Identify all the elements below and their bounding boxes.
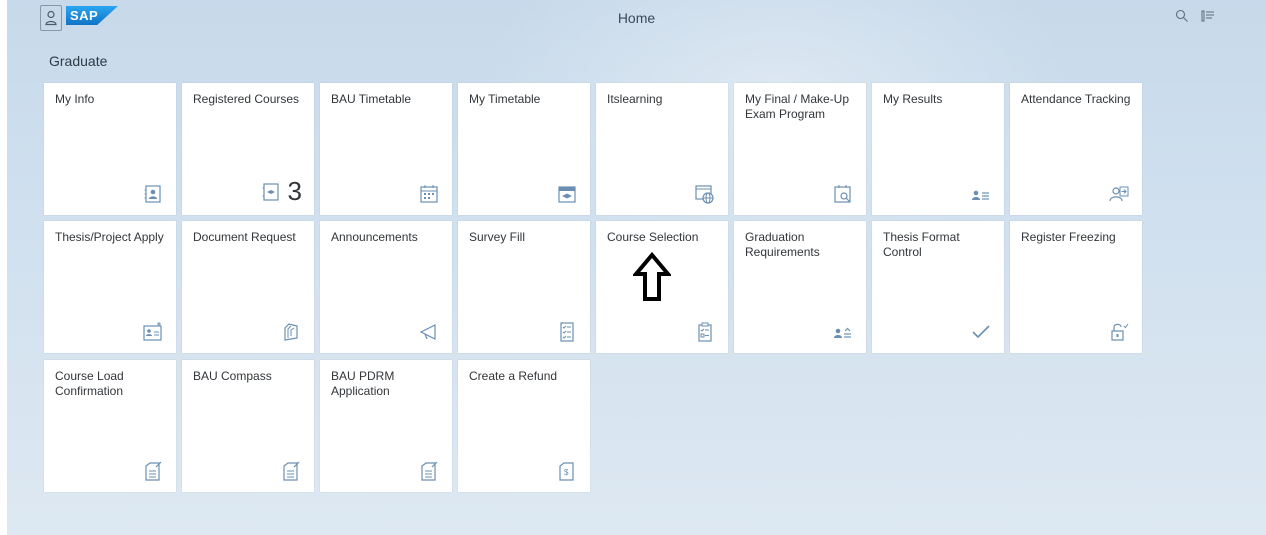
tile-title: My Final / Make-Up Exam Program: [745, 92, 850, 121]
svg-text:$: $: [564, 468, 569, 477]
calendar-education-icon: [558, 186, 576, 203]
tile-title: Graduation Requirements: [745, 230, 820, 259]
tile-title: Document Request: [193, 230, 296, 244]
megaphone-icon: [419, 324, 436, 340]
clipboard-list-icon: [698, 322, 712, 342]
documents-request-icon: [284, 323, 298, 341]
launchpad: SAP Home Graduate My Info Registered Cou…: [7, 0, 1266, 535]
tile-course-load-confirmation[interactable]: Course Load Confirmation: [44, 360, 176, 492]
tile-count-group: 3: [260, 176, 302, 207]
tile-title: Thesis Format Control: [883, 230, 960, 259]
tile-title: Itslearning: [607, 92, 663, 106]
page-title: Home: [617, 10, 656, 26]
tile-create-a-refund[interactable]: Create a Refund $: [458, 360, 590, 492]
tile-title: Registered Courses: [193, 92, 300, 106]
group-title: Graduate: [49, 53, 108, 69]
checklist-icon: [560, 322, 574, 342]
tile-announcements[interactable]: Announcements: [320, 221, 452, 353]
document-add-icon: [143, 322, 162, 341]
form-edit-icon: [283, 461, 300, 481]
search-icon[interactable]: [1175, 9, 1189, 23]
tile-attendance-tracking[interactable]: Attendance Tracking: [1010, 83, 1142, 215]
tile-bau-compass[interactable]: BAU Compass: [182, 360, 314, 492]
form-edit-icon: [145, 461, 162, 481]
refund-document-icon: $: [559, 462, 574, 481]
tile-bau-timetable[interactable]: BAU Timetable: [320, 83, 452, 215]
tile-my-info[interactable]: My Info: [44, 83, 176, 215]
user-arrow-icon: [1109, 186, 1129, 202]
tile-title: BAU Timetable: [331, 92, 412, 106]
outlined-up-arrow-icon: [633, 252, 671, 301]
tile-graduation-requirements[interactable]: Graduation Requirements: [734, 221, 866, 353]
person-requirements-icon: [834, 327, 851, 338]
tile-thesis-format-control[interactable]: Thesis Format Control: [872, 221, 1004, 353]
checkmark-icon: [972, 325, 990, 339]
tile-title: Course Selection: [607, 230, 699, 244]
contact-card-icon: [144, 185, 161, 203]
tile-title: BAU Compass: [193, 369, 272, 383]
tile-document-request[interactable]: Document Request: [182, 221, 314, 353]
course-book-icon: [262, 182, 279, 201]
tile-bau-pdrm-application[interactable]: BAU PDRM Application: [320, 360, 452, 492]
tile-title: Attendance Tracking: [1021, 92, 1131, 106]
tile-title: Thesis/Project Apply: [55, 230, 164, 244]
tile-thesis-project-apply[interactable]: Thesis/Project Apply: [44, 221, 176, 353]
tile-title: BAU PDRM Application: [331, 369, 395, 398]
tile-title: My Timetable: [469, 92, 541, 106]
tile-itslearning[interactable]: Itslearning: [596, 83, 728, 215]
calendar-grid-icon: [420, 185, 438, 203]
tile-title: Announcements: [331, 230, 418, 244]
web-window-icon: [695, 185, 714, 204]
menu-icon[interactable]: [1201, 9, 1215, 23]
tile-title: Course Load Confirmation: [55, 369, 124, 398]
tile-title: My Results: [883, 92, 943, 106]
tile-title: My Info: [55, 92, 95, 106]
tile-final-exam-program[interactable]: My Final / Make-Up Exam Program: [734, 83, 866, 215]
tile-my-timetable[interactable]: My Timetable: [458, 83, 590, 215]
people-results-icon: [972, 190, 989, 200]
shell-header: SAP Home: [7, 0, 1266, 36]
tile-survey-fill[interactable]: Survey Fill: [458, 221, 590, 353]
tile-title: Register Freezing: [1021, 230, 1116, 244]
unlock-icon: [1111, 323, 1129, 341]
tile-title: Create a Refund: [469, 369, 558, 383]
tile-my-results[interactable]: My Results: [872, 83, 1004, 215]
tile-registered-courses[interactable]: Registered Courses 3: [182, 83, 314, 215]
form-edit-icon: [421, 461, 438, 481]
tile-register-freezing[interactable]: Register Freezing: [1010, 221, 1142, 353]
calendar-search-icon: [834, 185, 851, 203]
course-count: 3: [287, 176, 302, 206]
tile-title: Survey Fill: [469, 230, 526, 244]
